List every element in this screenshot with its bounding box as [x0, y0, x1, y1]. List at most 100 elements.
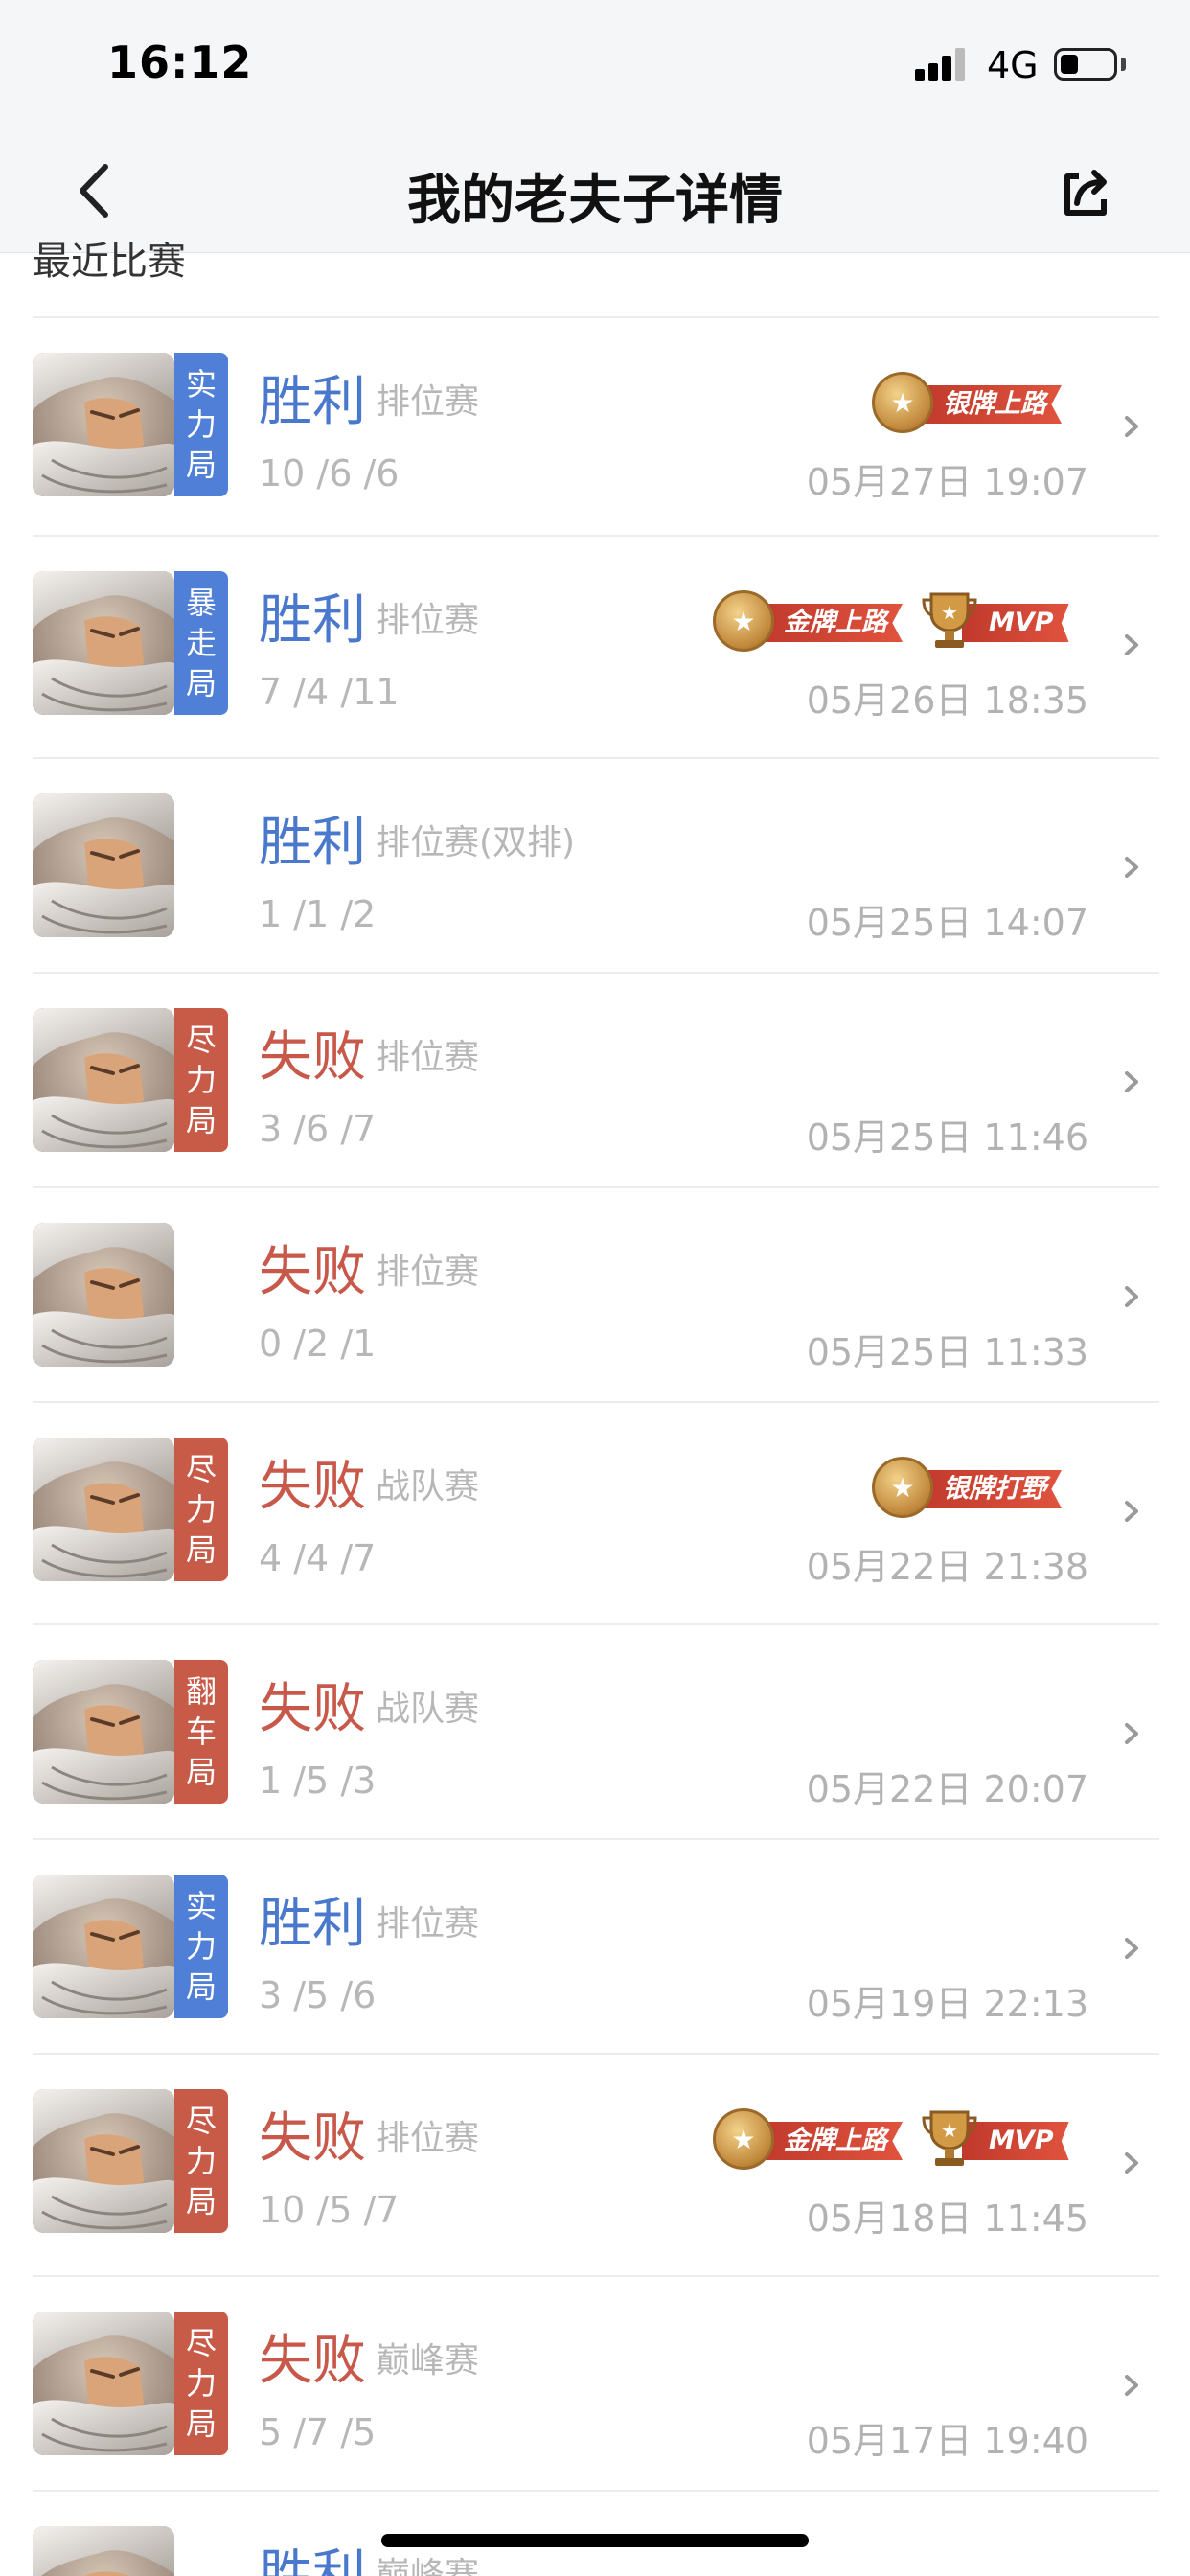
match-date: 05月18日 11:45	[806, 2197, 1088, 2240]
match-mode: 排位赛	[376, 1253, 480, 1292]
match-row[interactable]: 失败 排位赛 0 /2 /1 05月25日 11:33	[0, 1188, 1190, 1403]
chevron-right-icon	[1125, 416, 1138, 437]
match-kda: 10 /6 /6	[259, 452, 400, 494]
medal-star-icon: ★	[713, 590, 774, 652]
match-result: 失败	[259, 2107, 366, 2170]
share-button[interactable]	[1058, 165, 1115, 222]
badge-label: 银牌打野	[916, 1470, 1062, 1508]
match-row[interactable]: 实力局胜利 排位赛 10 /6 /6 05月27日 19:07 银牌上路 ★	[0, 318, 1190, 537]
performance-tag-char: 暴	[185, 585, 217, 621]
hero-avatar	[33, 1008, 174, 1152]
hero-portrait	[33, 2312, 174, 2455]
performance-tag-char: 走	[185, 625, 217, 661]
match-date: 05月25日 11:46	[806, 1116, 1088, 1159]
hero-avatar	[33, 2526, 174, 2576]
hero-avatar	[33, 1223, 174, 1367]
performance-tag: 翻车局	[174, 1660, 228, 1804]
hero-avatar	[33, 2089, 174, 2233]
match-kda: 10 /5 /7	[259, 2189, 400, 2231]
match-list: 实力局胜利 排位赛 10 /6 /6 05月27日 19:07 银牌上路 ★ 暴走局胜利排…	[0, 318, 1190, 2576]
match-date: 05月25日 14:07	[806, 902, 1088, 944]
chevron-right-icon	[1125, 1501, 1138, 1522]
hero-portrait	[33, 2089, 174, 2233]
page-title: 我的老夫子详情	[407, 170, 783, 232]
match-result: 胜利	[259, 2544, 366, 2576]
match-result: 失败	[259, 1678, 366, 1740]
performance-tag-char: 车	[185, 1714, 217, 1750]
match-kda: 7 /4 /11	[259, 671, 400, 713]
performance-tag-char: 实	[185, 366, 217, 402]
mvp-badge: MVP ★	[918, 590, 1069, 652]
hero-avatar	[33, 2312, 174, 2455]
mvp-badge: MVP ★	[918, 2108, 1069, 2170]
performance-tag-char: 局	[185, 1754, 217, 1790]
home-indicator	[381, 2534, 809, 2547]
performance-tag-char: 局	[185, 447, 217, 483]
match-mode: 巅峰赛	[376, 2556, 480, 2576]
performance-tag-char: 力	[185, 2143, 217, 2179]
chevron-right-icon	[1125, 2375, 1138, 2396]
match-row[interactable]: 翻车局失败 战队赛 1 /5 /3 05月22日 20:07	[0, 1625, 1190, 1840]
hero-avatar	[33, 1874, 174, 2018]
match-mode: 战队赛	[376, 1467, 480, 1506]
performance-tag: 尽力局	[174, 2312, 228, 2455]
match-date: 05月26日 18:35	[806, 679, 1088, 722]
match-mode: 排位赛	[376, 1038, 480, 1077]
hero-portrait	[33, 1223, 174, 1367]
trophy-icon: ★	[922, 2110, 977, 2166]
position-medal-badge: 银牌上路 ★	[872, 372, 1062, 433]
medal-star-icon: ★	[713, 2108, 774, 2170]
hero-avatar	[33, 571, 174, 715]
match-row[interactable]: 胜利 排位赛(双排) 1 /1 /2 05月25日 14:07	[0, 759, 1190, 974]
badge-group: 银牌上路 ★	[872, 372, 1062, 433]
performance-tag: 尽力局	[174, 2089, 228, 2233]
match-mode: 排位赛	[376, 601, 480, 640]
section-title: 最近比赛	[33, 240, 186, 284]
match-date: 05月27日 19:07	[806, 461, 1088, 503]
hero-portrait	[33, 1874, 174, 2018]
performance-tag-char: 力	[185, 1928, 217, 1965]
medal-star-icon: ★	[872, 372, 933, 433]
battery-icon	[1054, 48, 1117, 80]
match-row[interactable]: 尽力局失败 排位赛 10 /5 /7 05月18日 11:45 金牌上路 ★ MVP ★	[0, 2055, 1190, 2277]
match-mode: 排位赛	[376, 1904, 480, 1944]
badge-label: MVP	[962, 604, 1069, 642]
match-date: 05月22日 21:38	[806, 1546, 1088, 1588]
match-kda: 3 /6 /7	[259, 1108, 377, 1150]
match-result: 胜利	[259, 371, 366, 433]
match-row[interactable]: 实力局胜利 排位赛 3 /5 /6 05月19日 22:13	[0, 1840, 1190, 2055]
hero-avatar	[33, 1660, 174, 1804]
hero-portrait	[33, 794, 174, 937]
performance-tag-char: 尽	[185, 2103, 217, 2139]
chevron-right-icon	[1125, 634, 1138, 656]
performance-tag: 实力局	[174, 353, 228, 496]
performance-tag-char: 尽	[185, 1022, 217, 1058]
status-bar: 16:12 4G	[0, 0, 1190, 130]
performance-tag-char: 力	[185, 2365, 217, 2402]
match-result: 胜利	[259, 812, 366, 874]
battery-nub	[1121, 58, 1126, 71]
badge-label: MVP	[962, 2122, 1069, 2160]
match-row[interactable]: 暴走局胜利 排位赛 7 /4 /11 05月26日 18:35 金牌上路 ★ MVP ★	[0, 537, 1190, 759]
badge-group: 银牌打野 ★	[872, 1457, 1062, 1518]
match-date: 05月25日 11:33	[806, 1331, 1088, 1373]
performance-tag-char: 实	[185, 1888, 217, 1924]
match-row[interactable]: 尽力局失败 排位赛 3 /6 /7 05月25日 11:46	[0, 974, 1190, 1188]
match-row[interactable]: 尽力局失败 战队赛 4 /4 /7 05月22日 21:38 银牌打野 ★	[0, 1403, 1190, 1625]
performance-tag-char: 力	[185, 1491, 217, 1528]
match-result: 失败	[259, 1026, 366, 1089]
match-date: 05月22日 20:07	[806, 1768, 1088, 1810]
match-mode: 排位赛(双排)	[376, 823, 576, 862]
badge-group: 金牌上路 ★ MVP ★	[713, 2108, 1069, 2170]
match-kda: 5 /7 /5	[259, 2411, 377, 2453]
match-kda: 0 /2 /1	[259, 1322, 377, 1365]
match-mode: 排位赛	[376, 382, 480, 422]
match-row[interactable]: 尽力局失败 巅峰赛 5 /7 /5 05月17日 19:40	[0, 2277, 1190, 2492]
position-medal-badge: 金牌上路 ★	[713, 590, 903, 652]
hero-portrait	[33, 1660, 174, 1804]
svg-text:★: ★	[941, 601, 958, 624]
match-kda: 3 /5 /6	[259, 1974, 377, 2016]
match-date: 05月19日 22:13	[806, 1983, 1088, 2025]
chevron-right-icon	[1125, 1071, 1138, 1092]
badge-group: 金牌上路 ★ MVP ★	[713, 590, 1069, 652]
